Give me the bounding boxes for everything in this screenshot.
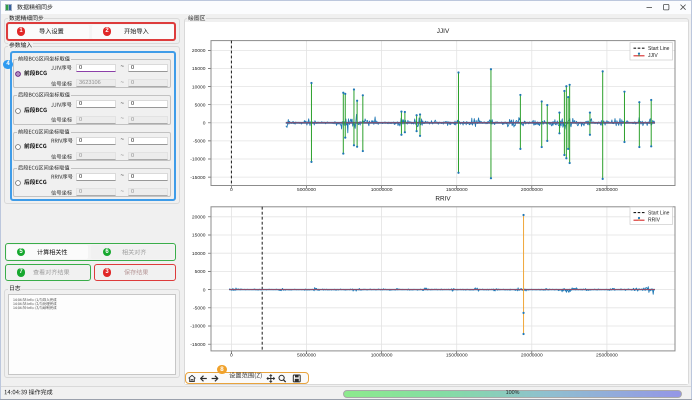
svg-text:15000: 15000 — [192, 233, 206, 239]
svg-text:RRIV: RRIV — [435, 195, 451, 202]
svg-text:Start Line: Start Line — [648, 210, 670, 216]
svg-text:RRIV: RRIV — [648, 217, 661, 223]
svg-text:-5000: -5000 — [193, 139, 206, 145]
svg-text:10000: 10000 — [192, 84, 206, 90]
svg-text:5000: 5000 — [195, 102, 206, 108]
svg-text:0: 0 — [203, 287, 206, 293]
svg-text:-15000: -15000 — [190, 342, 206, 348]
svg-text:15000: 15000 — [192, 66, 206, 72]
svg-text:JJIV: JJIV — [437, 28, 450, 35]
svg-text:10000: 10000 — [192, 251, 206, 257]
svg-text:-5000: -5000 — [193, 306, 206, 312]
svg-text:Start Line: Start Line — [648, 46, 670, 52]
svg-text:10000000: 10000000 — [371, 353, 393, 359]
svg-text:0: 0 — [230, 353, 233, 359]
svg-text:5000: 5000 — [195, 269, 206, 275]
svg-text:25000000: 25000000 — [596, 353, 618, 359]
svg-text:JJIV: JJIV — [648, 53, 658, 59]
svg-text:-10000: -10000 — [190, 157, 206, 163]
svg-text:20000: 20000 — [192, 215, 206, 221]
svg-text:5000000: 5000000 — [297, 353, 316, 359]
svg-text:20000000: 20000000 — [521, 353, 543, 359]
svg-text:-10000: -10000 — [190, 324, 206, 330]
svg-text:15000000: 15000000 — [446, 353, 468, 359]
svg-text:20000: 20000 — [192, 48, 206, 54]
svg-text:0: 0 — [203, 121, 206, 127]
svg-text:-15000: -15000 — [190, 175, 206, 181]
